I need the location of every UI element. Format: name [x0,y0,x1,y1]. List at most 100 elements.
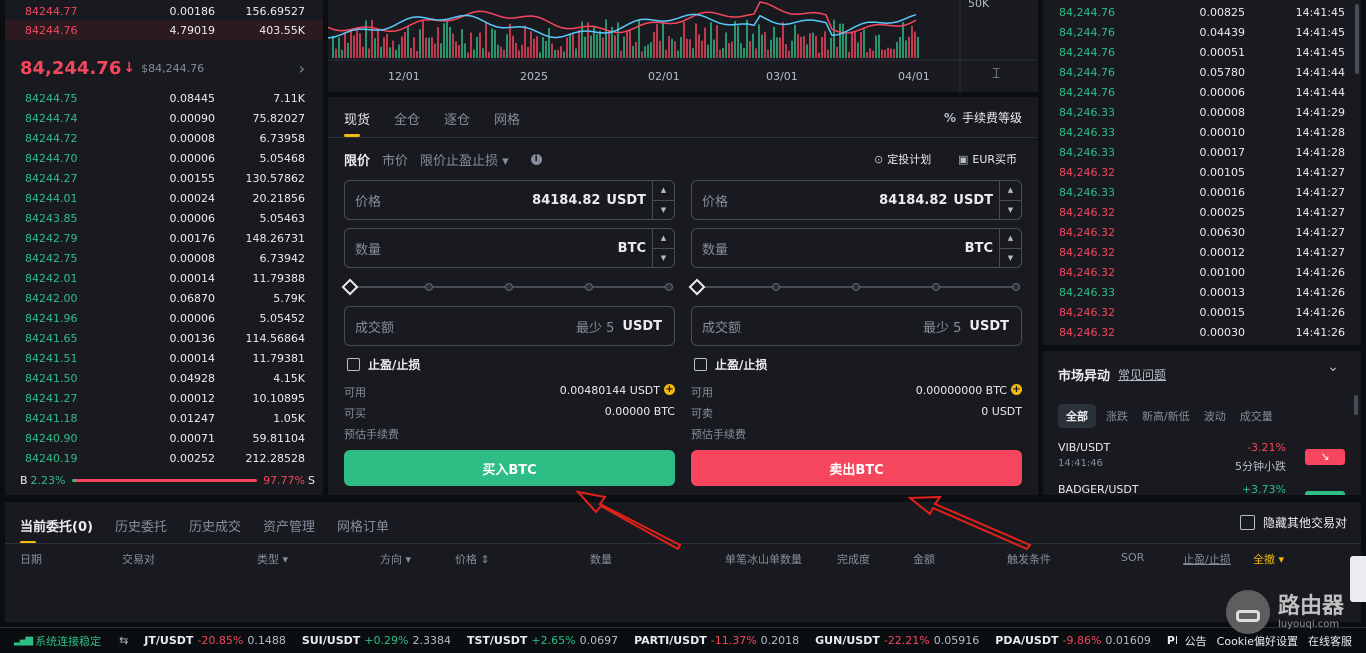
footer-ticker[interactable]: JT/USDT -20.85% 0.1488 [144,634,286,647]
footer-ticker[interactable]: PDA/USDT -9.86% 0.01609 [995,634,1151,647]
movers-tab-volatility[interactable]: 波动 [1200,404,1230,428]
bid-row[interactable]: 84244.72 0.00008 6.73958 [5,128,323,148]
buy-fee-estimate-label[interactable]: 预估手续费 [344,426,399,442]
bid-row[interactable]: 84244.75 0.08445 7.11K [5,88,323,108]
buy-price-value[interactable]: 84184.82 [532,193,600,208]
sell-price-stepper[interactable]: ▲ ▼ [999,181,1021,219]
buy-qty-stepper[interactable]: ▲ ▼ [652,229,674,267]
sell-amount-slider[interactable] [688,278,1022,296]
orders-col-11[interactable]: 止盈/止损 [1183,551,1231,567]
chart-panel[interactable]: 50K 12/01 2025 02/01 03/01 04/01 ⌶ [328,0,1038,92]
chart-settings-icon[interactable]: ⌶ [992,66,1000,82]
orders-col-4[interactable]: 价格 ⇕ [455,551,490,567]
movers-tab-change[interactable]: 涨跌 [1102,404,1132,428]
tab-assets[interactable]: 资产管理 [263,516,315,535]
tab-order-history[interactable]: 历史委托 [115,516,167,535]
bid-row[interactable]: 84244.74 0.00090 75.82027 [5,108,323,128]
stepper-down-icon[interactable]: ▼ [1000,201,1021,220]
movers-tab-volume[interactable]: 成交量 [1236,404,1277,428]
stepper-up-icon[interactable]: ▲ [653,229,674,249]
buy-qty-field[interactable]: 数量 BTC ▲ ▼ [344,228,675,268]
tab-grid[interactable]: 网格 [494,109,520,128]
bid-row[interactable]: 84242.79 0.00176 148.26731 [5,228,323,248]
slider-step-50[interactable] [852,283,860,291]
buy-price-stepper[interactable]: ▲ ▼ [652,181,674,219]
support-link[interactable]: 在线客服 [1308,633,1352,649]
side-feedback-tab[interactable] [1350,556,1366,602]
ask-row[interactable]: 84244.76 4.79019 403.55K [5,20,323,40]
sell-fee-estimate-label[interactable]: 预估手续费 [691,426,746,442]
slider-step-100[interactable] [665,283,673,291]
stepper-down-icon[interactable]: ▼ [653,249,674,268]
buy-btc-button[interactable]: 买入BTC [344,450,675,486]
sell-total-field[interactable]: 成交额 最少 5 USDT [691,306,1022,346]
bid-row[interactable]: 84242.01 0.00014 11.79388 [5,268,323,288]
deposit-plus-icon[interactable]: + [664,384,675,395]
buy-amount-slider[interactable] [341,278,675,296]
order-type-stop-limit[interactable]: 限价止盈止损 ▾ [420,150,509,169]
slider-step-50[interactable] [505,283,513,291]
footer-ticker[interactable]: GUN/USDT -22.21% 0.05916 [815,634,979,647]
slider-step-75[interactable] [585,283,593,291]
ask-row[interactable]: 84244.77 0.00186 156.69527 [5,1,323,21]
movers-faq-link[interactable]: 常见问题 [1118,366,1166,383]
deposit-plus-icon[interactable]: + [1011,384,1022,395]
slider-step-100[interactable] [1012,283,1020,291]
slider-handle[interactable] [688,278,706,296]
bid-row[interactable]: 84241.18 0.01247 1.05K [5,408,323,428]
buy-tpsl-checkbox[interactable] [347,358,360,371]
sell-qty-stepper[interactable]: ▲ ▼ [999,229,1021,267]
footer-ticker[interactable]: SUI/USDT +0.29% 2.3384 [302,634,451,647]
sell-qty-field[interactable]: 数量 BTC ▲ ▼ [691,228,1022,268]
bid-row[interactable]: 84242.00 0.06870 5.79K [5,288,323,308]
bid-row[interactable]: 84243.85 0.00006 5.05463 [5,208,323,228]
bid-row[interactable]: 84241.27 0.00012 10.10895 [5,388,323,408]
bid-row[interactable]: 84241.96 0.00006 5.05452 [5,308,323,328]
order-type-limit[interactable]: 限价 [344,150,370,169]
orders-col-3[interactable]: 方向 ▾ [380,551,411,567]
chevron-right-icon[interactable]: › [299,59,305,78]
orders-col-2[interactable]: 类型 ▾ [257,551,288,567]
buy-price-field[interactable]: 价格 84184.82 USDT ▲ ▼ [344,180,675,220]
hide-other-pairs-toggle[interactable]: 隐藏其他交易对 [1239,514,1347,531]
dca-plan-link[interactable]: ⊙ 定投计划 [874,151,931,167]
slider-step-75[interactable] [932,283,940,291]
mover-item[interactable]: BADGER/USDT +3.73% [1058,483,1348,495]
stepper-down-icon[interactable]: ▼ [1000,249,1021,268]
tab-open-orders[interactable]: 当前委托(0) [20,516,93,544]
bid-row[interactable]: 84241.65 0.00136 114.56864 [5,328,323,348]
hide-other-pairs-checkbox[interactable] [1239,515,1255,530]
slider-step-25[interactable] [425,283,433,291]
slider-step-25[interactable] [772,283,780,291]
movers-scrollbar[interactable] [1354,395,1358,415]
tab-trade-history[interactable]: 历史成交 [189,516,241,535]
footer-ticker[interactable]: PIVX/USD [1167,634,1177,647]
bid-row[interactable]: 84242.75 0.00008 6.73942 [5,248,323,268]
footer-ticker[interactable]: TST/USDT +2.65% 0.0697 [467,634,618,647]
last-price-row[interactable]: 84,244.76 ↓ $84,244.76 › [5,54,323,82]
sell-tpsl-toggle[interactable]: 止盈/止损 [694,356,767,373]
trades-scrollbar[interactable] [1355,4,1359,74]
sell-price-value[interactable]: 84184.82 [879,193,947,208]
bid-row[interactable]: 84244.01 0.00024 20.21856 [5,188,323,208]
order-type-market[interactable]: 市价 [382,150,408,169]
collapse-icon[interactable]: ⌄ [1327,359,1339,375]
bid-row[interactable]: 84241.50 0.04928 4.15K [5,368,323,388]
eur-buy-link[interactable]: ▣ EUR买币 [958,151,1017,167]
movers-tab-all[interactable]: 全部 [1058,404,1096,428]
fee-level-link[interactable]: % 手续费等级 [944,109,1022,126]
sell-price-field[interactable]: 价格 84184.82 USDT ▲ ▼ [691,180,1022,220]
info-icon[interactable]: i [530,154,542,165]
tab-spot[interactable]: 现货 [344,109,370,137]
stepper-up-icon[interactable]: ▲ [1000,229,1021,249]
stepper-up-icon[interactable]: ▲ [653,181,674,201]
tab-cross[interactable]: 全仓 [394,109,420,128]
mover-item[interactable]: VIB/USDT 14:41:46 -3.21% 5分钟小跌 ↘ [1058,441,1348,475]
buy-total-field[interactable]: 成交额 最少 5 USDT [344,306,675,346]
footer-ticker[interactable]: PARTI/USDT -11.37% 0.2018 [634,634,799,647]
stepper-up-icon[interactable]: ▲ [1000,181,1021,201]
announcement-link[interactable]: 公告 [1185,633,1207,649]
bid-row[interactable]: 84240.90 0.00071 59.81104 [5,428,323,448]
bid-row[interactable]: 84241.51 0.00014 11.79381 [5,348,323,368]
price-chart[interactable] [328,0,1038,92]
